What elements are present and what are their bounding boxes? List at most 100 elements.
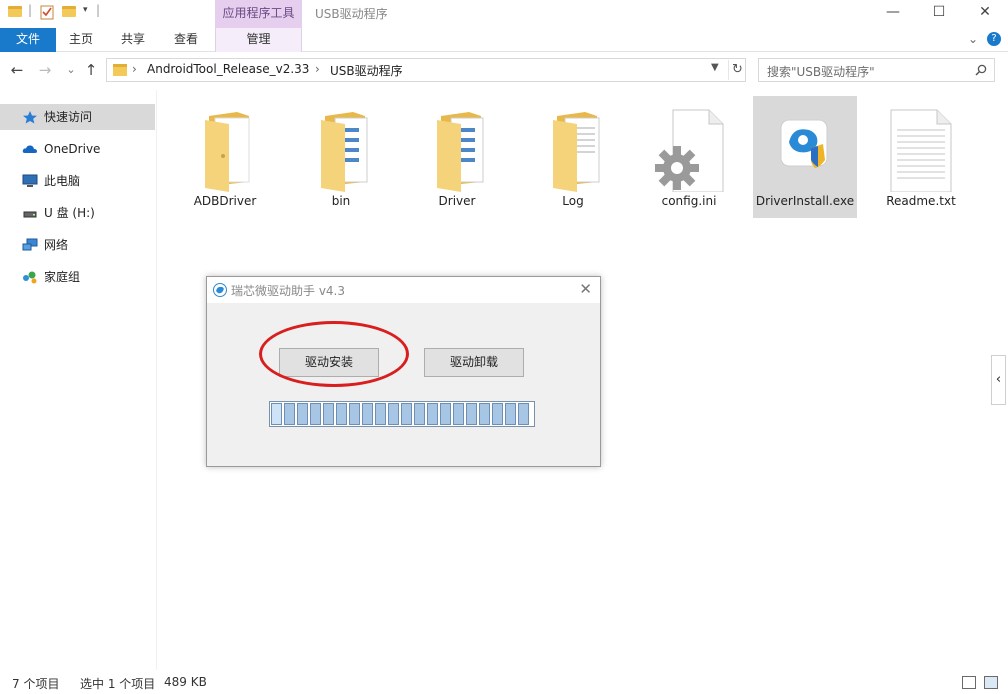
search-box[interactable]: 搜索"USB驱动程序" bbox=[758, 58, 995, 82]
star-icon bbox=[23, 111, 37, 124]
file-item-config-ini[interactable]: config.ini bbox=[637, 96, 741, 218]
new-folder-icon[interactable] bbox=[62, 6, 76, 17]
minimize-button[interactable]: — bbox=[870, 0, 916, 26]
item-count: 7 个项目 bbox=[12, 677, 60, 691]
nav-item-label: U 盘 (H:) bbox=[44, 206, 95, 220]
progress-segment bbox=[414, 403, 425, 425]
file-item-adbdriver[interactable]: ADBDriver bbox=[173, 96, 277, 218]
progress-segment bbox=[349, 403, 360, 425]
file-item-driver[interactable]: Driver bbox=[405, 96, 509, 218]
tab-view[interactable]: 查看 bbox=[162, 28, 210, 52]
nav-item-this-pc[interactable]: 此电脑 bbox=[0, 168, 155, 194]
customize-toolbar-icon[interactable]: ▾ bbox=[83, 5, 88, 21]
file-name: DriverInstall.exe bbox=[755, 194, 855, 208]
nav-item-label: 快速访问 bbox=[44, 110, 93, 124]
gear-icon bbox=[655, 109, 724, 192]
progress-segment bbox=[518, 403, 529, 425]
large-icons-view-icon[interactable] bbox=[984, 676, 998, 689]
details-pane-toggle[interactable]: ‹ bbox=[991, 355, 1006, 405]
title-bar: | ▾ | 应用程序工具 USB驱动程序 — ☐ ✕ bbox=[0, 0, 1008, 28]
properties-icon[interactable] bbox=[40, 4, 54, 20]
progress-segment bbox=[323, 403, 334, 425]
progress-segment bbox=[492, 403, 503, 425]
progress-segment bbox=[401, 403, 412, 425]
nav-item-label: 此电脑 bbox=[44, 174, 81, 188]
breadcrumb-separator: › bbox=[315, 62, 320, 76]
file-item-driverinstall-exe[interactable]: DriverInstall.exe bbox=[753, 96, 857, 218]
dialog-close-button[interactable]: ✕ bbox=[579, 280, 592, 298]
refresh-icon[interactable]: ↻ bbox=[728, 60, 746, 80]
folder-icon bbox=[321, 112, 368, 192]
nav-item-network[interactable]: 网络 bbox=[0, 232, 155, 258]
forward-button[interactable]: → bbox=[36, 61, 54, 79]
usb-drive-icon bbox=[23, 211, 37, 218]
maximize-button[interactable]: ☐ bbox=[916, 0, 962, 26]
file-name: Log bbox=[562, 194, 584, 208]
nav-item-label: OneDrive bbox=[44, 142, 101, 156]
file-name: ADBDriver bbox=[193, 194, 257, 208]
progress-segment bbox=[297, 403, 308, 425]
app-logo-icon bbox=[213, 283, 227, 297]
nav-item-usb-drive[interactable]: U 盘 (H:) bbox=[0, 200, 155, 226]
driver-assistant-dialog: 瑞芯微驱动助手 v4.3 ✕ 驱动安装 驱动卸载 bbox=[206, 276, 601, 467]
up-button[interactable]: ↑ bbox=[82, 61, 100, 79]
details-view-icon[interactable] bbox=[962, 676, 976, 689]
file-item-readme-txt[interactable]: Readme.txt bbox=[869, 96, 973, 218]
window-title: USB驱动程序 bbox=[315, 7, 388, 21]
text-document-icon bbox=[890, 109, 952, 192]
nav-item-label: 家庭组 bbox=[44, 270, 81, 284]
address-bar[interactable]: › AndroidTool_Release_v2.33 › USB驱动程序 ▼ … bbox=[106, 58, 746, 82]
progress-segment bbox=[336, 403, 347, 425]
app-tools-context-header: 应用程序工具 bbox=[215, 0, 302, 28]
progress-segment bbox=[388, 403, 399, 425]
back-button[interactable]: ← bbox=[8, 61, 26, 79]
tab-home[interactable]: 主页 bbox=[58, 28, 104, 52]
progress-segment bbox=[284, 403, 295, 425]
progress-segment bbox=[440, 403, 451, 425]
file-item-log[interactable]: Log bbox=[521, 96, 625, 218]
close-button[interactable]: ✕ bbox=[962, 0, 1008, 26]
nav-item-onedrive[interactable]: OneDrive bbox=[0, 136, 155, 162]
selection-count: 选中 1 个项目 bbox=[80, 677, 156, 691]
tab-file[interactable]: 文件 bbox=[0, 28, 56, 52]
progress-segment bbox=[427, 403, 438, 425]
search-input[interactable]: 搜索"USB驱动程序" bbox=[767, 63, 875, 80]
folder-icon bbox=[553, 112, 600, 192]
recent-locations-button[interactable]: ⌄ bbox=[62, 61, 80, 79]
file-name: config.ini bbox=[661, 194, 717, 208]
install-driver-button[interactable]: 驱动安装 bbox=[279, 348, 379, 377]
progress-segment bbox=[453, 403, 464, 425]
folder-icon bbox=[205, 112, 250, 192]
selection-size: 489 KB bbox=[164, 675, 207, 689]
nav-item-quick-access[interactable]: 快速访问 bbox=[0, 104, 155, 130]
address-dropdown-icon[interactable]: ▼ bbox=[711, 62, 719, 73]
nav-item-label: 网络 bbox=[44, 238, 69, 252]
quick-access-divider: | bbox=[28, 3, 33, 17]
ribbon-collapse-button[interactable]: ⌄ bbox=[962, 28, 984, 52]
progress-segment bbox=[466, 403, 477, 425]
dialog-title-bar: 瑞芯微驱动助手 v4.3 ✕ bbox=[207, 277, 600, 303]
nav-item-homegroup[interactable]: 家庭组 bbox=[0, 264, 155, 290]
breadcrumb-item[interactable]: USB驱动程序 bbox=[330, 62, 403, 79]
folder-icon bbox=[113, 64, 127, 76]
quick-access-divider: | bbox=[96, 3, 101, 17]
tab-manage[interactable]: 管理 bbox=[215, 28, 302, 52]
computer-icon bbox=[22, 174, 38, 187]
progress-segment bbox=[362, 403, 373, 425]
uninstall-driver-button[interactable]: 驱动卸载 bbox=[424, 348, 524, 377]
status-bar: 7 个项目 选中 1 个项目 489 KB bbox=[0, 672, 1008, 694]
search-icon[interactable] bbox=[975, 64, 987, 76]
file-item-bin[interactable]: bin bbox=[289, 96, 393, 218]
tab-share[interactable]: 共享 bbox=[110, 28, 156, 52]
file-name: bin bbox=[331, 194, 351, 208]
progress-segment bbox=[375, 403, 386, 425]
navigation-pane: 快速访问 OneDrive 此电脑 U 盘 (H:) 网络 家庭组 bbox=[0, 90, 157, 670]
folder-icon[interactable] bbox=[8, 6, 22, 17]
progress-segment bbox=[505, 403, 516, 425]
ribbon-tabs: 文件 主页 共享 查看 管理 ⌄ ? bbox=[0, 28, 1008, 52]
network-icon bbox=[22, 238, 38, 251]
help-button[interactable]: ? bbox=[987, 32, 1001, 46]
breadcrumb-item[interactable]: AndroidTool_Release_v2.33 bbox=[147, 62, 309, 76]
file-name: Readme.txt bbox=[886, 194, 956, 208]
cloud-icon bbox=[22, 145, 37, 153]
